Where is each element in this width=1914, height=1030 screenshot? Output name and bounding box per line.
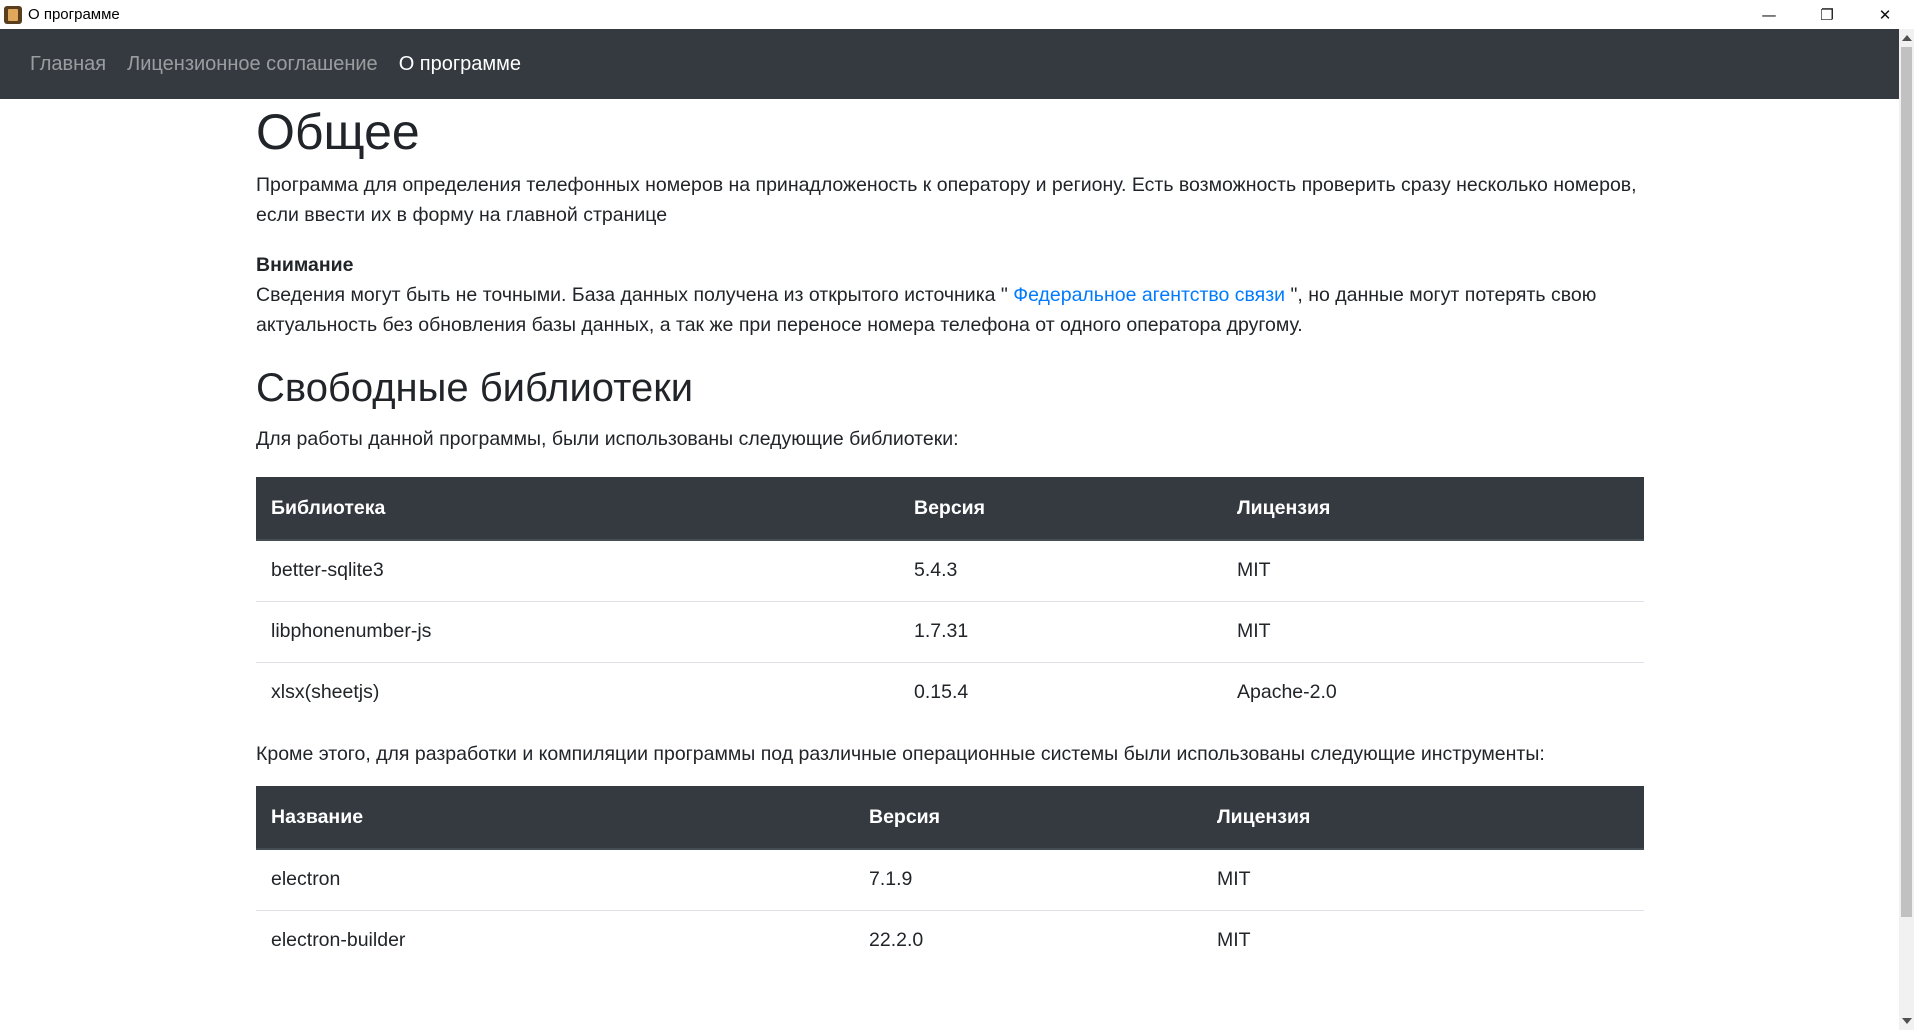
table-cell: libphonenumber-js xyxy=(256,601,899,663)
libraries-table: Библиотека Версия Лицензия better-sqlite… xyxy=(256,477,1644,723)
column-header: Лицензия xyxy=(1222,477,1644,541)
fas-link[interactable]: Федеральное агентство связи xyxy=(1013,284,1285,306)
table-row: electron 7.1.9 MIT xyxy=(256,849,1644,911)
table-cell: MIT xyxy=(1222,601,1644,663)
table-row: xlsx(sheetjs) 0.15.4 Apache-2.0 xyxy=(256,662,1644,723)
column-header: Библиотека xyxy=(256,477,899,541)
general-heading: Общее xyxy=(256,104,420,160)
warning-text: Сведения могут быть не точными. База дан… xyxy=(256,280,1644,340)
warning-block: Внимание Сведения могут быть не точными.… xyxy=(256,250,1644,340)
scroll-up-arrow-icon[interactable] xyxy=(1902,35,1912,41)
libraries-heading: Свободные библиотеки xyxy=(256,366,694,410)
window-titlebar: О программе — ❐ ✕ xyxy=(0,0,1914,29)
close-button[interactable]: ✕ xyxy=(1856,0,1914,29)
table-cell: xlsx(sheetjs) xyxy=(271,681,380,704)
table-cell: Apache-2.0 xyxy=(1237,681,1337,704)
app-icon xyxy=(4,5,22,24)
tools-table: Название Версия Лицензия electron 7.1.9 … xyxy=(256,786,1644,971)
table-cell: better-sqlite3 xyxy=(256,540,899,602)
column-header: Версия xyxy=(854,786,1202,850)
top-navbar: Главная Лицензионное соглашение О програ… xyxy=(0,29,1899,99)
scroll-thumb[interactable] xyxy=(1901,47,1912,917)
column-header: Название xyxy=(256,786,854,850)
warning-title: Внимание xyxy=(256,254,354,276)
table-cell: 1.7.31 xyxy=(899,601,1222,663)
table-header-row: Библиотека Версия Лицензия xyxy=(256,477,1644,541)
table-cell: MIT xyxy=(1202,849,1644,911)
column-header: Лицензия xyxy=(1202,786,1644,850)
window-title: О программе xyxy=(28,6,120,23)
tools-intro: Кроме этого, для разработки и компиляции… xyxy=(256,743,1545,765)
table-cell: MIT xyxy=(1222,540,1644,602)
main-content: Общее Программа для определения телефонн… xyxy=(256,99,1644,971)
general-description: Программа для определения телефонных ном… xyxy=(256,174,1637,226)
table-cell: 5.4.3 xyxy=(899,540,1222,602)
table-cell: electron xyxy=(256,849,854,911)
nav-about[interactable]: О программе xyxy=(399,53,521,76)
nav-home[interactable]: Главная xyxy=(30,53,106,76)
table-row: libphonenumber-js 1.7.31 MIT xyxy=(256,601,1644,663)
table-cell: 22.2.0 xyxy=(869,929,924,952)
table-cell: 7.1.9 xyxy=(854,849,1202,911)
table-header-row: Название Версия Лицензия xyxy=(256,786,1644,850)
table-row: electron-builder 22.2.0 MIT xyxy=(256,910,1644,971)
maximize-button[interactable]: ❐ xyxy=(1798,0,1856,29)
table-cell: electron-builder xyxy=(271,929,406,952)
table-cell: 0.15.4 xyxy=(914,681,969,704)
window-controls: — ❐ ✕ xyxy=(1740,0,1914,29)
scroll-down-arrow-icon[interactable] xyxy=(1902,1018,1912,1024)
warning-text-before: Сведения могут быть не точными. База дан… xyxy=(256,284,1014,306)
nav-license[interactable]: Лицензионное соглашение xyxy=(127,53,378,76)
table-row: better-sqlite3 5.4.3 MIT xyxy=(256,540,1644,602)
minimize-button[interactable]: — xyxy=(1740,0,1798,29)
table-cell: MIT xyxy=(1217,929,1251,952)
vertical-scrollbar[interactable] xyxy=(1899,29,1914,1030)
libraries-intro: Для работы данной программы, были исполь… xyxy=(256,428,959,450)
column-header: Версия xyxy=(899,477,1222,541)
